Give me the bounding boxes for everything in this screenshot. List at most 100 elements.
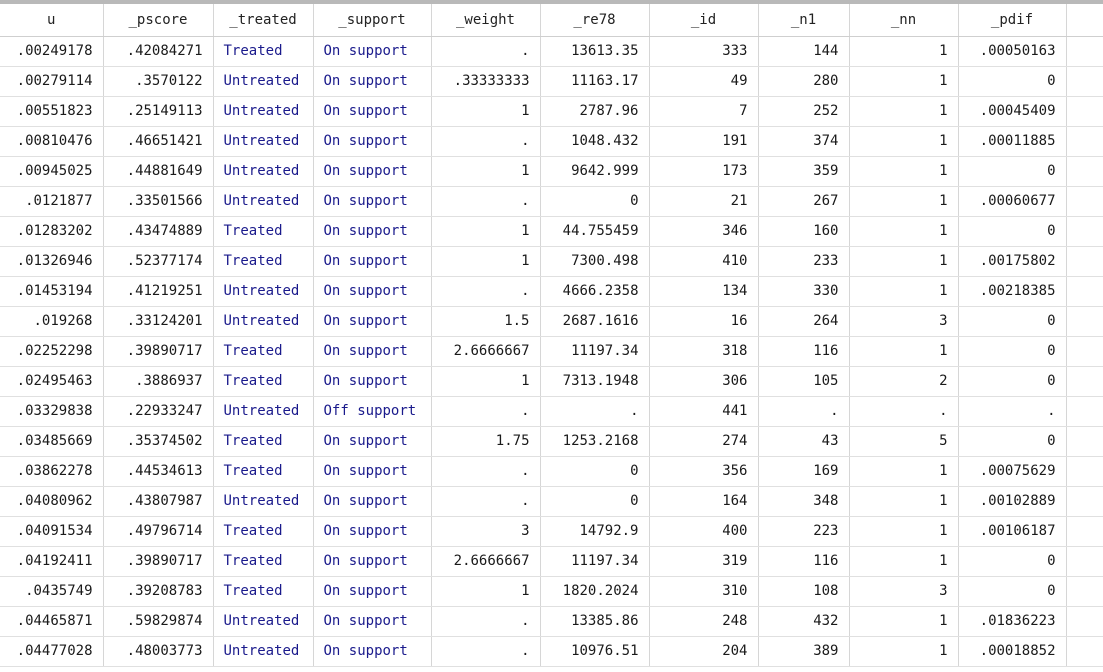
table-row[interactable]: .00810476.46651421 Untreated On support. 10… (0, 126, 1103, 157)
cell-n1[interactable]: 144 (758, 36, 850, 67)
cell-nn[interactable]: 1 (849, 126, 959, 157)
cell-re78[interactable]: 0 (540, 486, 650, 517)
table-row[interactable]: .04080962.43807987 Untreated On support. 0 1… (0, 486, 1103, 517)
cell-u[interactable]: .02495463 (0, 366, 104, 397)
cell-re78[interactable]: 2687.1616 (540, 306, 650, 337)
cell-re78[interactable]: 10976.51 (540, 636, 650, 667)
cell-treated[interactable]: Treated (213, 426, 314, 457)
cell-re78[interactable]: 11197.34 (540, 336, 650, 367)
table-row[interactable]: .0435749.39208783 Treated On support 1 1820.… (0, 576, 1103, 607)
cell-id[interactable]: 318 (649, 336, 759, 367)
column-header-treated[interactable]: _treated (213, 4, 314, 37)
cell-pdif[interactable]: 0 (958, 576, 1067, 607)
cell-id[interactable]: 441 (649, 396, 759, 427)
table-row[interactable]: .01326946.52377174 Treated On support 1 7300… (0, 246, 1103, 277)
column-header-nn[interactable]: _nn (849, 4, 959, 37)
cell-u[interactable]: .04091534 (0, 516, 104, 547)
column-header-pdif[interactable]: _pdif (958, 4, 1067, 37)
cell-n1[interactable]: 105 (758, 366, 850, 397)
cell-n1[interactable]: 108 (758, 576, 850, 607)
cell-id[interactable]: 356 (649, 456, 759, 487)
cell-u[interactable]: .03485669 (0, 426, 104, 457)
cell-pscore[interactable]: .49796714 (103, 516, 214, 547)
table-row[interactable]: .04192411.39890717 Treated On support 2.666… (0, 546, 1103, 577)
cell-pdif[interactable]: .00175802 (958, 246, 1067, 277)
column-header-re78[interactable]: _re78 (540, 4, 650, 37)
cell-u[interactable]: .04465871 (0, 606, 104, 637)
data-browser-grid[interactable]: u _pscore _treated _support _weight _re78 _id _… (0, 4, 1103, 672)
cell-re78[interactable]: 7300.498 (540, 246, 650, 277)
cell-n1[interactable]: 330 (758, 276, 850, 307)
cell-treated[interactable]: Untreated (213, 486, 314, 517)
cell-pdif[interactable]: .00045409 (958, 96, 1067, 127)
cell-nn[interactable]: 2 (849, 366, 959, 397)
cell-pscore[interactable]: .39890717 (103, 546, 214, 577)
cell-pdif[interactable]: 0 (958, 66, 1067, 97)
cell-nn[interactable]: 1 (849, 276, 959, 307)
cell-u[interactable]: .00249178 (0, 36, 104, 67)
cell-n1[interactable]: 223 (758, 516, 850, 547)
cell-re78[interactable]: 7313.1948 (540, 366, 650, 397)
cell-weight[interactable]: . (431, 636, 541, 667)
cell-weight[interactable]: 1 (431, 156, 541, 187)
cell-id[interactable]: 306 (649, 366, 759, 397)
cell-re78[interactable]: 13613.35 (540, 36, 650, 67)
cell-re78[interactable]: 9642.999 (540, 156, 650, 187)
cell-pscore[interactable]: .43474889 (103, 216, 214, 247)
cell-u[interactable]: .04192411 (0, 546, 104, 577)
cell-n1[interactable]: 267 (758, 186, 850, 217)
cell-id[interactable]: 134 (649, 276, 759, 307)
cell-treated[interactable]: Treated (213, 366, 314, 397)
cell-id[interactable]: 400 (649, 516, 759, 547)
cell-weight[interactable]: . (431, 456, 541, 487)
cell-nn[interactable]: 1 (849, 456, 959, 487)
cell-treated[interactable]: Treated (213, 246, 314, 277)
cell-id[interactable]: 7 (649, 96, 759, 127)
cell-re78[interactable]: 2787.96 (540, 96, 650, 127)
cell-weight[interactable]: 2.6666667 (431, 546, 541, 577)
cell-treated[interactable]: Untreated (213, 606, 314, 637)
cell-treated[interactable]: Untreated (213, 66, 314, 97)
cell-treated[interactable]: Untreated (213, 156, 314, 187)
cell-pscore[interactable]: .46651421 (103, 126, 214, 157)
cell-u[interactable]: .00945025 (0, 156, 104, 187)
cell-treated[interactable]: Treated (213, 546, 314, 577)
cell-n1[interactable]: . (758, 396, 850, 427)
cell-weight[interactable]: . (431, 186, 541, 217)
cell-pdif[interactable]: .00102889 (958, 486, 1067, 517)
cell-treated[interactable]: Untreated (213, 126, 314, 157)
cell-u[interactable]: .01283202 (0, 216, 104, 247)
cell-treated[interactable]: Untreated (213, 306, 314, 337)
cell-weight[interactable]: . (431, 126, 541, 157)
table-row[interactable]: .019268.33124201 Untreated On support 1.5 26… (0, 306, 1103, 337)
cell-n1[interactable]: 116 (758, 336, 850, 367)
table-row[interactable]: .00249178.42084271 Treated On support. 1361… (0, 36, 1103, 67)
cell-nn[interactable]: 1 (849, 636, 959, 667)
cell-pdif[interactable]: .01836223 (958, 606, 1067, 637)
table-row[interactable]: .00279114.3570122 Untreated On support .333… (0, 66, 1103, 97)
table-row[interactable]: .03485669.35374502 Treated On support 1.75 1… (0, 426, 1103, 457)
table-row[interactable]: .03862278.44534613 Treated On support. 0 356… (0, 456, 1103, 487)
cell-n1[interactable]: 233 (758, 246, 850, 277)
cell-pscore[interactable]: .59829874 (103, 606, 214, 637)
cell-treated[interactable]: Treated (213, 516, 314, 547)
cell-id[interactable]: 173 (649, 156, 759, 187)
cell-support[interactable]: On support (313, 276, 432, 307)
cell-support[interactable]: On support (313, 216, 432, 247)
cell-n1[interactable]: 374 (758, 126, 850, 157)
cell-treated[interactable]: Treated (213, 576, 314, 607)
cell-nn[interactable]: 1 (849, 546, 959, 577)
cell-pdif[interactable]: 0 (958, 156, 1067, 187)
cell-pscore[interactable]: .22933247 (103, 396, 214, 427)
cell-pscore[interactable]: .44534613 (103, 456, 214, 487)
cell-n1[interactable]: 432 (758, 606, 850, 637)
table-row[interactable]: .01283202.43474889 Treated On support 1 44.7… (0, 216, 1103, 247)
cell-treated[interactable]: Untreated (213, 396, 314, 427)
cell-support[interactable]: On support (313, 66, 432, 97)
cell-u[interactable]: .0435749 (0, 576, 104, 607)
cell-pscore[interactable]: .41219251 (103, 276, 214, 307)
cell-pscore[interactable]: .25149113 (103, 96, 214, 127)
cell-n1[interactable]: 264 (758, 306, 850, 337)
cell-support[interactable]: On support (313, 336, 432, 367)
cell-u[interactable]: .01326946 (0, 246, 104, 277)
